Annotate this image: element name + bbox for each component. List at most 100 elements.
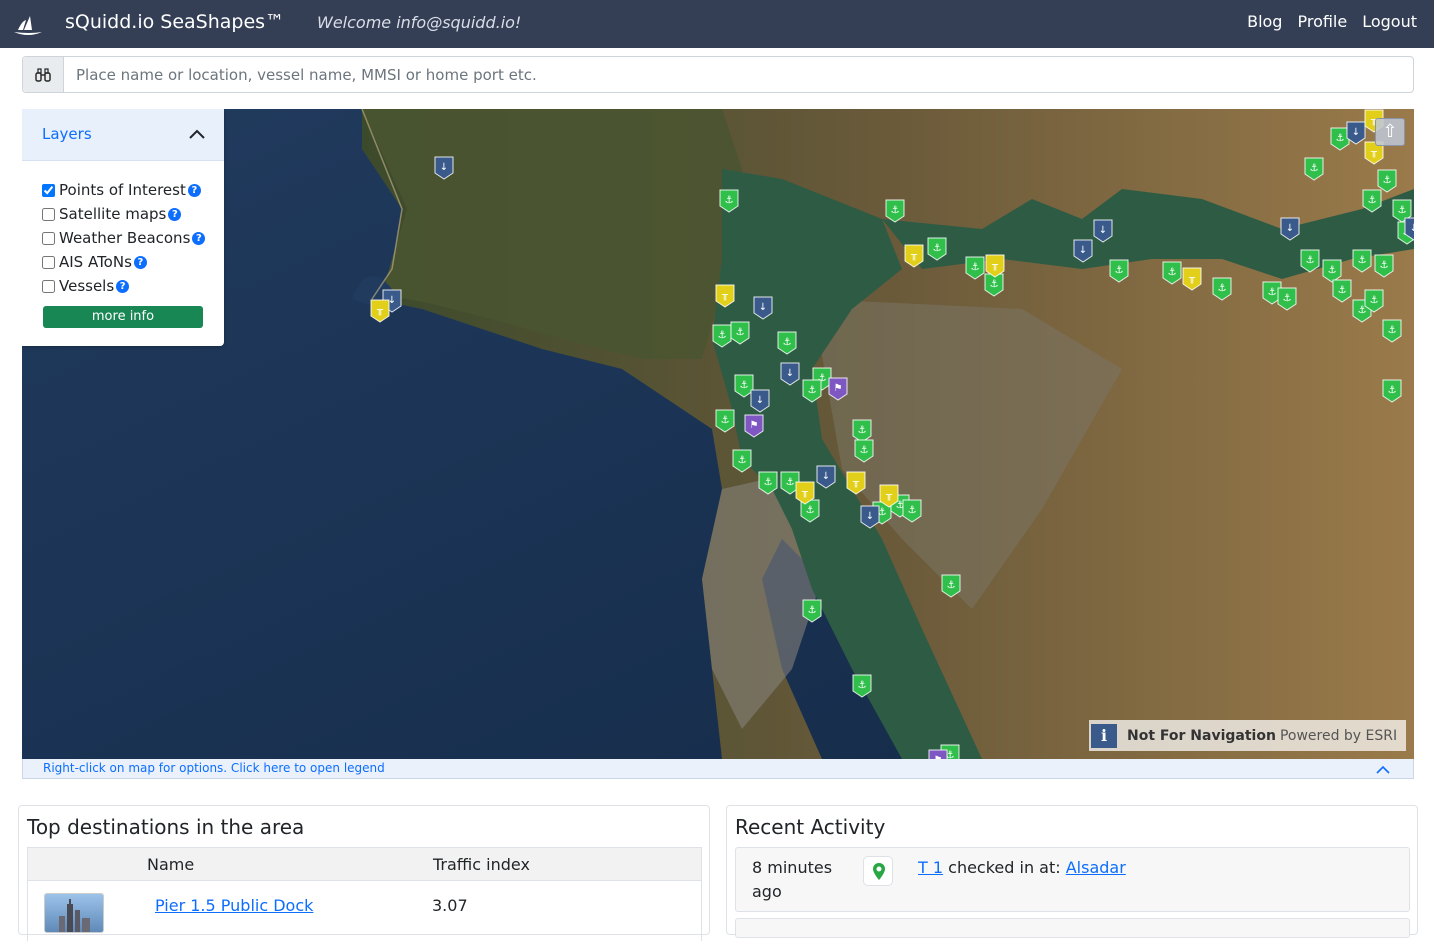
marina-marker-icon[interactable]: ⚓ — [730, 321, 750, 349]
destination-thumbnail[interactable] — [44, 893, 104, 933]
marina-marker-icon[interactable]: ⚓ — [965, 256, 985, 284]
marina-marker-icon[interactable]: ⚓ — [1109, 259, 1129, 287]
chevron-up-icon[interactable] — [1375, 763, 1391, 775]
layer-points-of-interest[interactable]: Points of Interest? — [42, 181, 201, 199]
marina-marker-icon[interactable]: ⚓ — [852, 674, 872, 702]
binoculars-icon[interactable] — [23, 57, 64, 92]
anchorage-marker-icon[interactable]: ↓ — [1093, 219, 1113, 247]
satellite-maps-checkbox[interactable] — [42, 207, 55, 221]
bridge-marker-icon[interactable]: ╥ — [846, 471, 866, 499]
marina-marker-icon[interactable]: ⚓ — [732, 449, 752, 477]
destination-link[interactable]: Pier 1.5 Public Dock — [155, 896, 313, 915]
activity-item: 8 minutes ago T 1 checked in at: Alsadar — [735, 847, 1410, 912]
anchorage-marker-icon[interactable]: ↓ — [860, 505, 880, 533]
marina-marker-icon[interactable]: ⚓ — [715, 409, 735, 437]
marina-marker-icon[interactable]: ⚓ — [758, 471, 778, 499]
layers-header[interactable]: Layers — [22, 109, 224, 161]
layer-vessels[interactable]: Vessels? — [42, 277, 130, 295]
svg-text:╥: ╥ — [991, 260, 999, 271]
help-icon[interactable]: ? — [192, 231, 206, 245]
marina-marker-icon[interactable]: ⚓ — [1377, 169, 1397, 197]
bridge-marker-icon[interactable]: ╥ — [370, 299, 390, 327]
marina-marker-icon[interactable]: ⚓ — [1374, 254, 1394, 282]
help-icon[interactable]: ? — [133, 255, 147, 269]
weather-beacons-checkbox[interactable] — [42, 231, 55, 245]
marina-marker-icon[interactable]: ⚓ — [1277, 287, 1297, 315]
bridge-marker-icon[interactable]: ╥ — [795, 481, 815, 509]
svg-text:↓: ↓ — [822, 471, 830, 482]
anchorage-marker-icon[interactable]: ↓ — [750, 389, 770, 417]
bridge-marker-icon[interactable]: ╥ — [1182, 267, 1202, 295]
flag-marker-icon[interactable]: ⚑ — [828, 377, 848, 405]
marina-marker-icon[interactable]: ⚓ — [777, 331, 797, 359]
brand-name[interactable]: sQuidd.io SeaShapes™ — [65, 11, 284, 33]
marina-marker-icon[interactable]: ⚓ — [1304, 157, 1324, 185]
help-icon[interactable]: ? — [168, 207, 182, 221]
marina-marker-icon[interactable]: ⚓ — [1212, 277, 1232, 305]
bridge-marker-icon[interactable]: ╥ — [715, 284, 735, 312]
nav-link-blog[interactable]: Blog — [1247, 12, 1282, 31]
layer-weather-beacons[interactable]: Weather Beacons? — [42, 229, 206, 247]
marina-marker-icon[interactable]: ⚓ — [1364, 289, 1384, 317]
marina-marker-icon[interactable]: ⚓ — [885, 199, 905, 227]
nav-link-profile[interactable]: Profile — [1297, 12, 1347, 31]
search-input[interactable] — [64, 57, 1413, 92]
anchorage-marker-icon[interactable]: ↓ — [780, 362, 800, 390]
column-header-name: Name — [147, 855, 195, 874]
nav-link-logout[interactable]: Logout — [1362, 12, 1417, 31]
marina-marker-icon[interactable]: ⚓ — [1162, 261, 1182, 289]
svg-text:↓: ↓ — [1079, 245, 1087, 256]
more-info-button[interactable]: more info — [43, 306, 203, 328]
marina-marker-icon[interactable]: ⚓ — [1300, 249, 1320, 277]
marina-marker-icon[interactable]: ⚓ — [802, 379, 822, 407]
flag-marker-icon[interactable]: ⚑ — [928, 749, 948, 759]
help-icon[interactable]: ? — [116, 279, 130, 293]
flag-marker-icon[interactable]: ⚑ — [744, 414, 764, 442]
anchorage-marker-icon[interactable]: ↓ — [434, 156, 454, 184]
svg-text:⚑: ⚑ — [834, 383, 843, 394]
anchorage-marker-icon[interactable]: ↓ — [1280, 217, 1300, 245]
sailboat-logo-icon[interactable] — [10, 12, 46, 38]
activity-user-link[interactable]: T 1 — [918, 858, 943, 877]
activity-description: T 1 checked in at: Alsadar — [918, 858, 1126, 877]
anchorage-marker-icon[interactable]: ↓ — [1404, 217, 1414, 245]
marina-marker-icon[interactable]: ⚓ — [941, 574, 961, 602]
marina-marker-icon[interactable]: ⚓ — [1352, 249, 1372, 277]
layer-ais-atons[interactable]: AIS AToNs? — [42, 253, 147, 271]
info-icon[interactable]: i — [1091, 723, 1117, 748]
vessels-checkbox[interactable] — [42, 279, 55, 293]
anchorage-marker-icon[interactable]: ↓ — [753, 296, 773, 324]
marina-marker-icon[interactable]: ⚓ — [719, 189, 739, 217]
map-view[interactable]: ⚓ ⚓ ⚓ ⚓ ⚓ ⚓ ⚓ ⚓ ⚓ ⚓ ⚓ ⚓ ⚓ ⚓ ⚓ ⚓ ⚓ ⚓ ⚓ ⚓ ⚓ ⚓ ⚓ ⚓ ⚓ ⚓ ⚓ ⚓ ⚓ ⚓ ⚓ ⚓ ⚓ ⚓ ⚓ ⚓ ⚓ ⚓ ⚓ ⚓… — [22, 109, 1414, 759]
svg-text:⚓: ⚓ — [971, 262, 980, 273]
marina-marker-icon[interactable]: ⚓ — [1332, 279, 1352, 307]
marina-marker-icon[interactable]: ⚓ — [802, 599, 822, 627]
layer-label: Weather Beacons — [59, 229, 191, 247]
ais-atons-checkbox[interactable] — [42, 255, 55, 269]
help-icon[interactable]: ? — [187, 183, 201, 197]
marina-marker-icon[interactable]: ⚓ — [927, 237, 947, 265]
marina-marker-icon[interactable]: ⚓ — [854, 439, 874, 467]
activity-action: checked in at: — [948, 858, 1061, 877]
destinations-table-header: Name Traffic index — [27, 847, 702, 881]
bridge-marker-icon[interactable]: ╥ — [904, 244, 924, 272]
anchorage-marker-icon[interactable]: ↓ — [816, 465, 836, 493]
points-of-interest-checkbox[interactable] — [42, 183, 55, 197]
anchorage-marker-icon[interactable]: ↓ — [1073, 239, 1093, 267]
svg-text:╥: ╥ — [852, 477, 860, 488]
chevron-up-icon[interactable] — [188, 127, 206, 141]
table-row: Pier 1.5 Public Dock 3.07 — [27, 881, 702, 941]
legend-hint[interactable]: Right-click on map for options. Click he… — [43, 761, 385, 775]
marina-marker-icon[interactable]: ⚓ — [1382, 379, 1402, 407]
marina-marker-icon[interactable]: ⚓ — [1382, 319, 1402, 347]
activity-place-link[interactable]: Alsadar — [1066, 858, 1126, 877]
anchorage-marker-icon[interactable]: ↓ — [1346, 121, 1366, 149]
svg-text:⚓: ⚓ — [1115, 265, 1124, 276]
bridge-marker-icon[interactable]: ╥ — [879, 484, 899, 512]
bridge-marker-icon[interactable]: ╥ — [985, 254, 1005, 282]
scroll-top-button[interactable]: ⇧ — [1375, 118, 1405, 146]
layer-satellite-maps[interactable]: Satellite maps? — [42, 205, 182, 223]
marina-marker-icon[interactable]: ⚓ — [712, 324, 732, 352]
legend-bar[interactable]: Right-click on map for options. Click he… — [22, 759, 1414, 779]
marina-marker-icon[interactable]: ⚓ — [902, 499, 922, 527]
